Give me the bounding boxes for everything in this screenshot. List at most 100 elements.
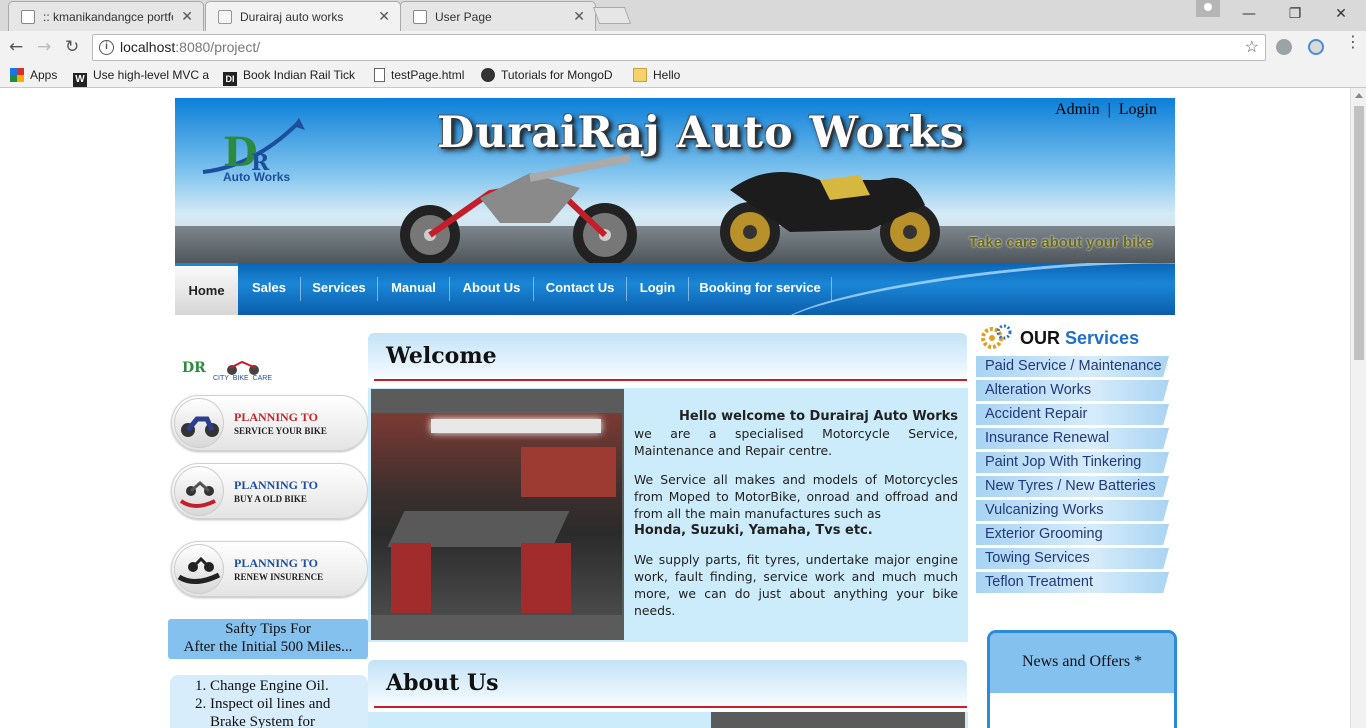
forward-icon[interactable]: → [37, 37, 51, 57]
plan-buy-bike-button[interactable]: PLANNING TO BUY A OLD BIKE [171, 463, 368, 519]
menu-icon[interactable]: ⋮ [1345, 34, 1361, 50]
list-item: Inspect oil lines and [210, 695, 368, 713]
page-favicon-icon [21, 10, 35, 24]
nav-booking[interactable]: Booking for service [689, 263, 831, 315]
bookmark-apps[interactable]: Apps [10, 68, 57, 82]
main-nav: Home Sales Services Manual About Us Cont… [175, 263, 1175, 315]
nav-about-us[interactable]: About Us [450, 263, 533, 315]
service-item[interactable]: Alteration Works [976, 380, 1169, 401]
close-window-icon[interactable]: ✕ [1318, 0, 1364, 28]
site-banner: D R Auto Works DuraiRaj Auto Works Admin… [175, 98, 1175, 263]
bookmark-mongo[interactable]: Tutorials for MongoD [481, 68, 621, 82]
red-bike-image [400, 154, 637, 263]
tips-title-line1: Safty Tips For [225, 621, 311, 637]
plan-insurance-button[interactable]: PLANNING TO RENEW INSURENCE [171, 541, 368, 597]
restore-icon[interactable]: ❐ [1272, 0, 1318, 28]
service-item[interactable]: New Tyres / New Batteries [976, 476, 1169, 497]
bookmark-hello[interactable]: Hello [633, 68, 680, 82]
bookmark-testpage[interactable]: testPage.html [374, 68, 464, 82]
service-item[interactable]: Paid Service / Maintenance [976, 356, 1169, 377]
welcome-text: Hello welcome to Durairaj Auto Works we … [634, 408, 958, 631]
safety-tips-header: Safty Tips For After the Initial 500 Mil… [168, 619, 368, 659]
welcome-heading: Welcome [386, 343, 497, 369]
scroll-up-icon[interactable] [1355, 93, 1363, 98]
tips-title-line2: After the Initial 500 Miles... [183, 639, 353, 655]
service-item[interactable]: Teflon Treatment [976, 572, 1169, 593]
service-item[interactable]: Insurance Renewal [976, 428, 1169, 449]
heading-underline [374, 706, 967, 708]
hand-bike-icon [174, 466, 224, 516]
welcome-paragraph: we are a specialised Motorcycle Service,… [634, 426, 958, 458]
nav-swoosh-decoration [772, 263, 1175, 315]
reload-icon[interactable]: ↻ [65, 37, 79, 57]
about-section [368, 712, 968, 728]
service-item[interactable]: Exterior Grooming [976, 524, 1169, 545]
close-tab-icon[interactable]: ✕ [181, 8, 193, 25]
plan-line1: PLANNING TO [234, 556, 318, 570]
insurance-hand-icon [174, 544, 224, 594]
apps-grid-icon [10, 68, 24, 82]
about-photo [711, 712, 965, 728]
nav-sales[interactable]: Sales [238, 263, 300, 315]
nav-services[interactable]: Services [301, 263, 377, 315]
welcome-paragraph: We supply parts, fit tyres, undertake ma… [634, 552, 958, 618]
plan-service-button[interactable]: PLANNING TO SERVICE YOUR BIKE [171, 395, 368, 451]
info-icon[interactable]: i [99, 40, 114, 55]
bookmark-rail[interactable]: DI Book Indian Rail Tick [223, 68, 361, 86]
logo-caption: Auto Works [223, 170, 291, 184]
tab-durairaj[interactable]: Durairaj auto works ✕ [205, 1, 401, 32]
page-scrollbar[interactable] [1350, 88, 1366, 728]
welcome-header: Welcome [368, 333, 967, 383]
tab-strip: :: kmanikandangce portfo ✕ Durairaj auto… [0, 0, 1366, 32]
welcome-brands: Honda, Suzuki, Yamaha, Tvs etc. [634, 523, 873, 538]
bookmark-mvc[interactable]: W Use high-level MVC a [73, 68, 213, 87]
document-icon [374, 68, 385, 82]
browser-toolbar: ← → ↻ i localhost:8080/project/ ☆ ⋮ [0, 31, 1366, 63]
page-favicon-icon [413, 10, 427, 24]
services-heading: OUR Services [1020, 328, 1140, 348]
tab-user-page[interactable]: User Page ✕ [400, 1, 596, 31]
heading-underline [374, 379, 967, 381]
link-divider: | [1107, 101, 1111, 118]
nav-login[interactable]: Login [627, 263, 688, 315]
svg-text:DR: DR [182, 360, 206, 376]
about-header: About Us [368, 660, 967, 710]
nav-contact-us[interactable]: Contact Us [534, 263, 626, 315]
service-item[interactable]: Paint Jop With Tinkering [976, 452, 1169, 473]
admin-login-links: Admin | Login [1055, 101, 1157, 119]
service-item[interactable]: Accident Repair [976, 404, 1169, 425]
bookmark-star-icon[interactable]: ☆ [1245, 35, 1259, 60]
nav-manual[interactable]: Manual [378, 263, 449, 315]
plan-line2: SERVICE YOUR BIKE [234, 426, 327, 436]
plan-line2: BUY A OLD BIKE [234, 494, 307, 504]
close-tab-icon[interactable]: ✕ [573, 8, 585, 25]
url-text: localhost:8080/project/ [120, 39, 261, 55]
scrollbar-thumb[interactable] [1354, 106, 1364, 360]
welcome-paragraph: We Service all makes and models of Motor… [634, 472, 958, 521]
tab-portfolio[interactable]: :: kmanikandangce portfo ✕ [8, 1, 204, 31]
nav-home[interactable]: Home [175, 263, 238, 315]
address-bar[interactable]: i localhost:8080/project/ ☆ [92, 34, 1266, 61]
admin-link[interactable]: Admin [1055, 101, 1099, 118]
about-heading: About Us [386, 670, 499, 696]
extension-icon[interactable] [1276, 39, 1292, 55]
plan-line1: PLANNING TO [234, 410, 318, 424]
service-item[interactable]: Towing Services [976, 548, 1169, 569]
tab-title: :: kmanikandangce portfo [43, 10, 173, 24]
page-favicon-icon [218, 10, 232, 24]
bookmarks-bar: Apps W Use high-level MVC a DI Book Indian… [0, 63, 1366, 88]
new-tab-button[interactable] [592, 7, 632, 24]
workshop-photo [371, 389, 624, 640]
back-icon[interactable]: ← [9, 37, 23, 57]
java-extension-icon[interactable] [1308, 39, 1324, 55]
list-item: Change Engine Oil. [210, 677, 368, 695]
plan-line2: RENEW INSURENCE [234, 572, 324, 582]
login-link[interactable]: Login [1119, 101, 1157, 118]
profile-icon[interactable] [1196, 0, 1220, 17]
service-item[interactable]: Vulcanizing Works [976, 500, 1169, 521]
news-offers-title: News and Offers * [990, 633, 1174, 693]
close-tab-icon[interactable]: ✕ [378, 8, 390, 25]
minimize-icon[interactable]: — [1226, 0, 1272, 28]
web-page: D R Auto Works DuraiRaj Auto Works Admin… [0, 88, 1350, 728]
safety-tips-list: Change Engine Oil. Inspect oil lines and… [170, 675, 368, 728]
